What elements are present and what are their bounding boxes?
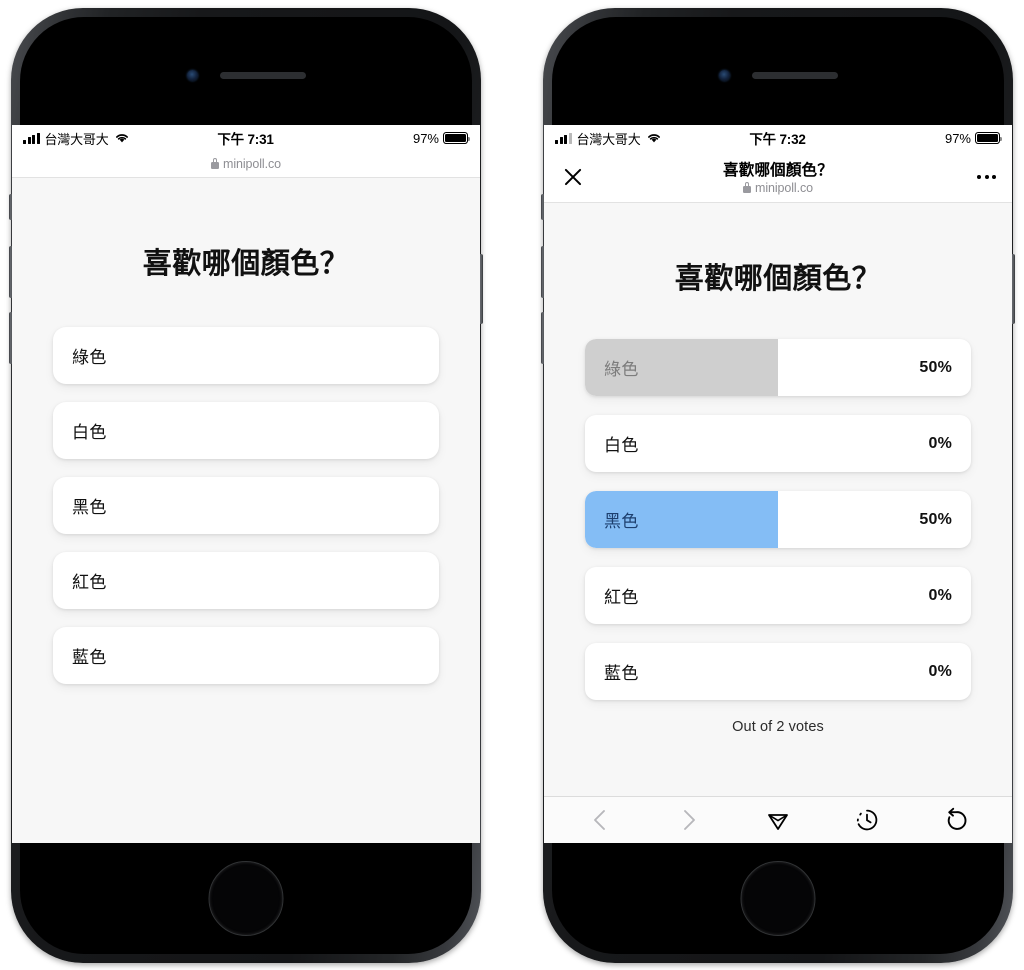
sensor-row-right <box>543 68 1013 82</box>
result-label: 白色 <box>604 436 639 455</box>
battery-percentage: 97% <box>944 130 971 146</box>
result-label: 紅色 <box>604 588 639 607</box>
result-percentage: 0% <box>928 434 952 452</box>
status-right-group: 97% <box>806 130 1003 146</box>
poll-option-red[interactable]: 紅色 <box>53 552 439 609</box>
browser-url-bar-left[interactable]: minipoll.co <box>12 151 480 178</box>
close-icon[interactable] <box>560 164 586 190</box>
poll-option-label: 藍色 <box>72 648 107 667</box>
url-text: minipoll.co <box>755 181 813 195</box>
home-button-right[interactable] <box>740 861 816 936</box>
result-percentage: 0% <box>928 586 952 604</box>
front-camera-icon <box>186 69 198 81</box>
url-text: minipoll.co <box>223 157 281 171</box>
page-title: 喜歡哪個顏色？ <box>142 248 350 280</box>
poll-option-label: 黑色 <box>72 498 107 517</box>
poll-options-list: 綠色 白色 黑色 紅色 藍色 <box>12 327 480 702</box>
status-time: 下午 7:32 <box>749 132 806 147</box>
status-left-group: 台灣大哥大 <box>23 129 217 148</box>
poll-option-label: 紅色 <box>72 573 107 592</box>
result-row-blue[interactable]: 藍色 0% <box>585 643 971 700</box>
back-chevron-icon[interactable] <box>580 803 620 837</box>
phone-screen-left: 台灣大哥大 下午 7:31 97% minipoll.co 喜歡哪個顏色？ 綠色… <box>12 125 480 843</box>
phone-screen-right: 台灣大哥大 下午 7:32 97% 喜歡哪個顏色？ minipoll.co 喜歡… <box>544 125 1012 843</box>
page-title: 喜歡哪個顏色？ <box>674 263 882 295</box>
poll-results-list: 綠色 50% 白色 0% 黑色 50% 紅色 0% 藍色 0% Out of 2… <box>544 339 1012 735</box>
browser-bottom-toolbar <box>544 796 1012 843</box>
battery-icon <box>443 132 471 144</box>
url-display-left[interactable]: minipoll.co <box>211 157 281 171</box>
status-center-group: 下午 7:31 <box>217 128 274 148</box>
result-row-red[interactable]: 紅色 0% <box>585 567 971 624</box>
status-right-group: 97% <box>274 130 471 146</box>
status-left-group: 台灣大哥大 <box>555 129 749 148</box>
cellular-bars-icon <box>23 132 40 144</box>
screenshot-stage: 台灣大哥大 下午 7:31 97% minipoll.co 喜歡哪個顏色？ 綠色… <box>0 0 1024 970</box>
poll-option-black[interactable]: 黑色 <box>53 477 439 534</box>
result-percentage: 0% <box>928 662 952 680</box>
poll-option-label: 白色 <box>72 423 107 442</box>
status-time: 下午 7:31 <box>217 132 274 147</box>
carrier-name: 台灣大哥大 <box>576 131 641 147</box>
lock-icon <box>211 157 220 169</box>
result-label: 藍色 <box>604 664 639 683</box>
result-row-black[interactable]: 黑色 50% <box>585 491 971 548</box>
reload-icon[interactable] <box>936 803 976 837</box>
browser-page-title: 喜歡哪個顏色？ <box>723 162 833 179</box>
result-percentage: 50% <box>919 510 952 528</box>
battery-icon <box>975 132 1003 144</box>
wifi-icon <box>647 134 660 143</box>
result-label: 綠色 <box>604 360 639 379</box>
earpiece-speaker <box>219 71 306 79</box>
wifi-icon <box>115 134 128 143</box>
result-row-white[interactable]: 白色 0% <box>585 415 971 472</box>
share-icon[interactable] <box>758 803 798 837</box>
lock-icon <box>743 181 752 193</box>
poll-option-label: 綠色 <box>72 348 107 367</box>
result-label: 黑色 <box>604 512 639 531</box>
sensor-row-left <box>11 68 481 82</box>
earpiece-speaker <box>751 71 838 79</box>
home-button-left[interactable] <box>208 861 284 936</box>
browser-header-right: 喜歡哪個顏色？ minipoll.co <box>544 151 1012 203</box>
result-percentage: 50% <box>919 358 952 376</box>
poll-option-blue[interactable]: 藍色 <box>53 627 439 684</box>
cellular-bars-icon <box>555 132 572 144</box>
result-row-green[interactable]: 綠色 50% <box>585 339 971 396</box>
total-votes-note: Out of 2 votes <box>732 719 824 735</box>
phone-device-right: 台灣大哥大 下午 7:32 97% 喜歡哪個顏色？ minipoll.co 喜歡… <box>541 8 1015 963</box>
poll-option-white[interactable]: 白色 <box>53 402 439 459</box>
url-display-right[interactable]: minipoll.co <box>743 181 813 195</box>
status-bar-right: 台灣大哥大 下午 7:32 97% <box>544 125 1012 151</box>
front-camera-icon <box>718 69 730 81</box>
carrier-name: 台灣大哥大 <box>44 131 109 147</box>
status-bar-left: 台灣大哥大 下午 7:31 97% <box>12 125 480 151</box>
poll-option-green[interactable]: 綠色 <box>53 327 439 384</box>
battery-percentage: 97% <box>412 130 439 146</box>
more-options-icon[interactable] <box>970 164 996 190</box>
forward-chevron-icon[interactable] <box>669 803 709 837</box>
browser-title-group: 喜歡哪個顏色？ minipoll.co <box>586 158 970 195</box>
history-clock-icon[interactable] <box>847 803 887 837</box>
phone-device-left: 台灣大哥大 下午 7:31 97% minipoll.co 喜歡哪個顏色？ 綠色… <box>9 8 483 963</box>
poll-page-voting: 喜歡哪個顏色？ 綠色 白色 黑色 紅色 藍色 <box>12 178 480 843</box>
poll-page-results: 喜歡哪個顏色？ 綠色 50% 白色 0% 黑色 50% 紅色 0% 藍色 0% … <box>544 203 1012 796</box>
status-center-group: 下午 7:32 <box>749 128 806 148</box>
